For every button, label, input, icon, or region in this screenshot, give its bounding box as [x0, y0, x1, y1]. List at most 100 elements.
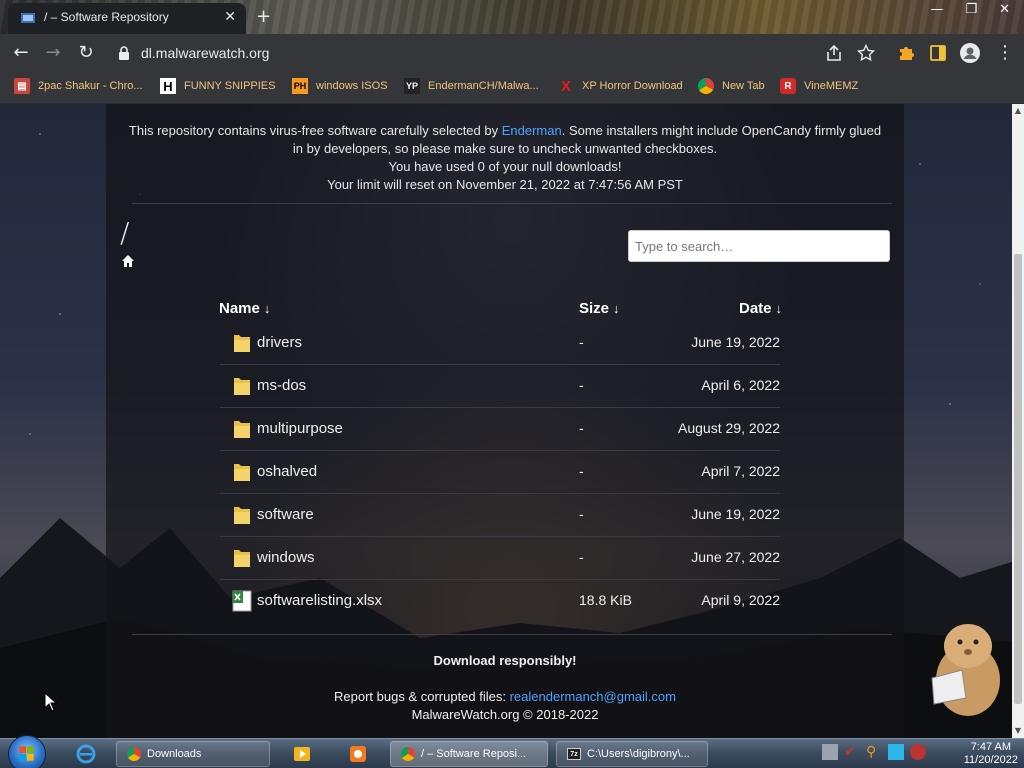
file-row[interactable]: softwarelisting.xlsx 18.8 KiB April 9, 202… [220, 580, 780, 623]
bookmark-item[interactable]: ▤ 2pac Shakur - Chro... [14, 78, 143, 94]
breadcrumb[interactable]: / [120, 216, 129, 249]
enderman-link[interactable]: Enderman [502, 123, 562, 138]
search-input[interactable] [628, 230, 890, 262]
share-icon[interactable] [825, 44, 843, 62]
reload-icon[interactable]: ↻ [75, 42, 97, 64]
bookmark-item[interactable]: New Tab [698, 78, 765, 94]
file-row[interactable]: software - June 19, 2022 [220, 494, 780, 537]
minimize-icon[interactable]: — [930, 2, 943, 17]
back-arrow-icon[interactable]: ← [10, 42, 32, 64]
close-tab-icon[interactable]: ✕ [224, 9, 236, 25]
folder-icon [234, 335, 250, 352]
bookmark-item[interactable]: X XP Horror Download [558, 78, 683, 95]
start-button[interactable] [8, 735, 46, 768]
page-favicon-icon [21, 13, 35, 23]
download-notice: Download responsibly! [433, 653, 577, 668]
column-header-date[interactable]: Date ↓ [739, 300, 782, 317]
tab-title: / – Software Repository [44, 10, 169, 24]
tray-app-icon[interactable] [822, 744, 838, 760]
mouse-pointer-icon [44, 692, 58, 712]
report-email-link[interactable]: realendermanch@gmail.com [510, 689, 676, 704]
restore-icon[interactable]: ❐ [965, 2, 977, 17]
file-name[interactable]: softwarelisting.xlsx [257, 592, 382, 609]
file-date: April 9, 2022 [701, 592, 780, 608]
column-label: Size [579, 300, 610, 317]
bookmark-item[interactable]: R VineMEMZ [780, 78, 858, 94]
column-label: Date [739, 300, 772, 317]
tray-check-icon[interactable]: ✔ [844, 744, 860, 760]
file-name[interactable]: ms-dos [257, 377, 306, 394]
downloads-used-text: You have used 0 of your null downloads! [388, 159, 622, 174]
url-text: dl.malwarewatch.org [141, 45, 270, 61]
file-name[interactable]: windows [257, 549, 315, 566]
file-name[interactable]: oshalved [257, 463, 317, 480]
ph-logo-icon: PH [292, 78, 308, 94]
lock-icon [119, 46, 129, 60]
sort-arrow-icon: ↓ [263, 301, 271, 316]
profile-avatar-icon[interactable] [960, 43, 980, 63]
file-row[interactable]: oshalved - April 7, 2022 [220, 451, 780, 494]
taskbar-downloads[interactable]: Downloads [116, 741, 270, 767]
extensions-puzzle-icon[interactable] [897, 44, 915, 62]
menu-kebab-icon[interactable]: ⋮ [994, 42, 1016, 64]
sort-arrow-icon: ↓ [775, 301, 783, 316]
taskbar-7zip-window[interactable]: 7z C:\Users\digibrony\... [556, 741, 708, 767]
close-window-icon[interactable]: ✕ [999, 2, 1010, 17]
file-date: August 29, 2022 [678, 420, 780, 436]
system-clock[interactable]: 7:47 AM 11/20/2022 [964, 741, 1018, 767]
file-name[interactable]: multipurpose [257, 420, 343, 437]
page-scrollbar[interactable]: ▲ ▼ [1012, 104, 1024, 738]
file-size: - [579, 334, 584, 350]
side-panel-icon[interactable] [929, 44, 947, 62]
taskbar-chrome-window[interactable]: / – Software Reposi... [390, 741, 548, 767]
file-row[interactable]: windows - June 27, 2022 [220, 537, 780, 580]
column-header-size[interactable]: Size ↓ [579, 300, 620, 317]
bookmark-item[interactable]: YP EndermanCH/Malwa... [404, 78, 539, 94]
network-icon[interactable] [888, 744, 904, 760]
archive-icon: ▤ [14, 78, 30, 94]
scrollbar-thumb[interactable] [1014, 254, 1022, 704]
file-date: April 6, 2022 [701, 377, 780, 393]
scroll-up-arrow-icon[interactable]: ▲ [1012, 104, 1024, 118]
file-row[interactable]: multipurpose - August 29, 2022 [220, 408, 780, 451]
clock-time: 7:47 AM [970, 741, 1012, 753]
yp-logo-icon: YP [404, 78, 420, 94]
scroll-down-arrow-icon[interactable]: ▼ [1012, 724, 1024, 738]
bookmark-item[interactable]: H FUNNY SNIPPIES [160, 78, 276, 94]
intro-paragraph: This repository contains virus-free soft… [106, 122, 904, 158]
file-row[interactable]: ms-dos - April 6, 2022 [220, 365, 780, 408]
internet-explorer-icon[interactable] [76, 744, 96, 764]
windows-logo-icon [19, 746, 34, 761]
divider [132, 634, 892, 635]
file-name[interactable]: software [257, 506, 314, 523]
file-size: 18.8 KiB [579, 592, 632, 608]
bookmark-star-icon[interactable] [857, 44, 875, 62]
bookmark-label: XP Horror Download [582, 80, 683, 92]
bookmark-item[interactable]: PH windows ISOS [292, 78, 388, 94]
app-orange-icon[interactable] [348, 744, 368, 764]
sort-arrow-icon: ↓ [613, 301, 620, 316]
new-tab-icon[interactable]: + [256, 6, 271, 27]
folder-icon [234, 464, 250, 481]
bookmark-label: 2pac Shakur - Chro... [38, 80, 143, 92]
file-size: - [579, 377, 584, 393]
file-date: June 19, 2022 [691, 334, 780, 350]
file-size: - [579, 506, 584, 522]
browser-tab[interactable]: / – Software Repository ✕ [8, 3, 246, 34]
volume-icon[interactable] [910, 744, 926, 760]
file-name[interactable]: drivers [257, 334, 302, 351]
forward-arrow-icon[interactable]: → [42, 42, 64, 64]
address-bar[interactable]: dl.malwarewatch.org [108, 38, 888, 68]
home-icon[interactable] [121, 254, 135, 268]
chrome-logo-icon [401, 747, 415, 761]
file-size: - [579, 420, 584, 436]
column-header-name[interactable]: Name ↓ [219, 300, 270, 317]
file-row[interactable]: drivers - June 19, 2022 [220, 322, 780, 365]
h-logo-icon: H [160, 78, 176, 94]
media-player-icon[interactable] [292, 744, 312, 764]
divider [132, 203, 892, 204]
r-logo-icon: R [780, 78, 796, 94]
folder-icon [234, 421, 250, 438]
tray-search-icon[interactable]: ⚲ [866, 744, 882, 760]
report-line: Report bugs & corrupted files: realender… [106, 689, 904, 704]
